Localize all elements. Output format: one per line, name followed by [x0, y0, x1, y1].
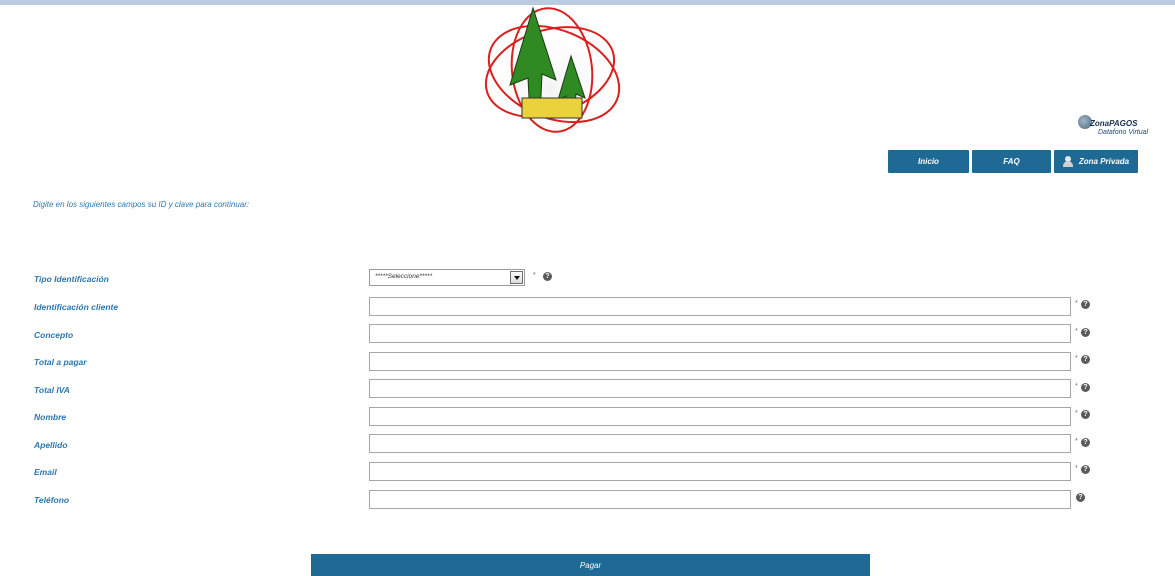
- tipo-identificacion-select[interactable]: *****Seleccione*****: [369, 269, 525, 286]
- total-iva-label: Total IVA: [34, 385, 70, 395]
- user-icon: [1062, 156, 1073, 167]
- concepto-input[interactable]: [369, 324, 1071, 343]
- nav-inicio-button[interactable]: Inicio: [888, 150, 969, 173]
- apellido-input[interactable]: [369, 434, 1071, 453]
- help-icon[interactable]: ?: [1081, 300, 1090, 309]
- help-icon[interactable]: ?: [1081, 438, 1090, 447]
- help-icon[interactable]: ?: [1081, 383, 1090, 392]
- nav-zona-privada-label: Zona Privada: [1078, 157, 1130, 166]
- telefono-label: Teléfono: [34, 495, 70, 505]
- required-mark: *: [1075, 465, 1078, 472]
- total-a-pagar-input[interactable]: [369, 352, 1071, 371]
- chevron-down-icon[interactable]: [510, 271, 523, 284]
- zonapagos-title: ZonaPAGOS: [1090, 119, 1138, 128]
- nav-faq-button[interactable]: FAQ: [972, 150, 1051, 173]
- zonapagos-subtitle: Datafono Virtual: [1098, 129, 1149, 136]
- nombre-label: Nombre: [34, 412, 67, 422]
- required-mark: *: [1075, 300, 1078, 307]
- tipo-identificacion-label: Tipo Identificación: [34, 274, 109, 284]
- apellido-label: Apellido: [34, 440, 68, 450]
- required-mark: *: [1075, 383, 1078, 390]
- help-icon[interactable]: ?: [1081, 410, 1090, 419]
- help-icon[interactable]: ?: [543, 272, 552, 281]
- email-input[interactable]: [369, 462, 1071, 481]
- required-mark: *: [1075, 355, 1078, 362]
- fedetel-logo: [470, 0, 635, 150]
- help-icon[interactable]: ?: [1081, 328, 1090, 337]
- help-icon[interactable]: ?: [1081, 465, 1090, 474]
- telefono-input[interactable]: [369, 490, 1071, 509]
- tipo-identificacion-selected: *****Seleccione*****: [375, 273, 433, 280]
- form-instructions: Digite en los siguientes campos su ID y …: [33, 200, 250, 209]
- concepto-label: Concepto: [34, 330, 74, 340]
- required-mark: *: [1075, 410, 1078, 417]
- identificacion-cliente-input[interactable]: [369, 297, 1071, 316]
- required-mark: *: [1075, 328, 1078, 335]
- total-a-pagar-label: Total a pagar: [34, 357, 87, 367]
- nav-zona-privada-button[interactable]: Zona Privada: [1054, 150, 1138, 173]
- zonapagos-logo: ZonaPAGOS Datafono Virtual: [1078, 113, 1170, 141]
- identificacion-cliente-label: Identificación cliente: [34, 302, 119, 312]
- nombre-input[interactable]: [369, 407, 1071, 426]
- help-icon[interactable]: ?: [1076, 493, 1085, 502]
- total-iva-input[interactable]: [369, 379, 1071, 398]
- help-icon[interactable]: ?: [1081, 355, 1090, 364]
- required-mark: *: [1075, 438, 1078, 445]
- email-label: Email: [34, 467, 57, 477]
- pagar-button[interactable]: Pagar: [311, 554, 870, 576]
- required-mark: *: [533, 272, 536, 279]
